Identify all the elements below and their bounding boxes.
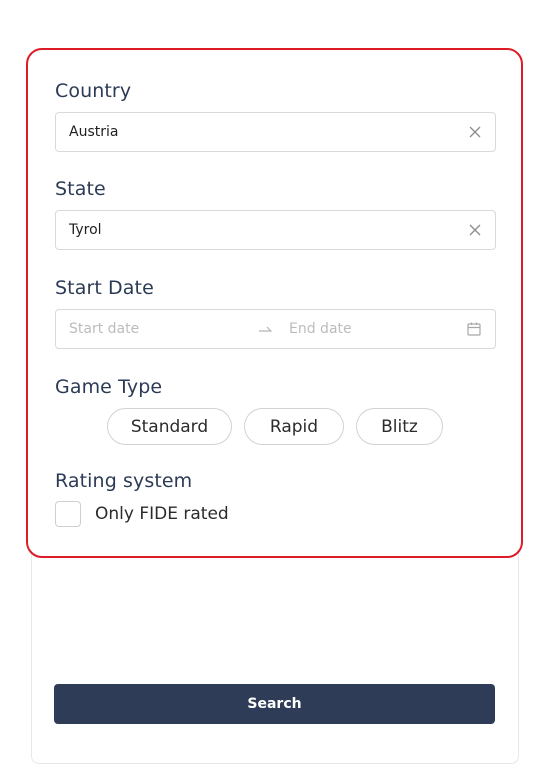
- game-type-standard-button[interactable]: Standard: [107, 408, 232, 445]
- filter-section: Country Austria State Tyrol Start Date S…: [26, 48, 523, 558]
- state-select[interactable]: Tyrol: [55, 210, 496, 250]
- rating-system-label: Rating system: [55, 470, 193, 492]
- state-label: State: [55, 178, 106, 200]
- calendar-icon[interactable]: [466, 321, 482, 337]
- date-range-picker[interactable]: Start date End date: [55, 309, 496, 349]
- fide-rated-label: Only FIDE rated: [95, 504, 229, 524]
- search-page: Country Austria State Tyrol Start Date S…: [0, 0, 550, 776]
- country-value: Austria: [69, 124, 119, 140]
- game-type-options: Standard Rapid Blitz: [107, 408, 443, 445]
- game-type-label: Game Type: [55, 376, 163, 398]
- game-type-rapid-button[interactable]: Rapid: [244, 408, 344, 445]
- country-select[interactable]: Austria: [55, 112, 496, 152]
- country-label: Country: [55, 80, 132, 102]
- search-button[interactable]: Search: [54, 684, 495, 724]
- fide-rated-checkbox[interactable]: [55, 501, 81, 527]
- fide-rated-option[interactable]: Only FIDE rated: [55, 501, 229, 527]
- game-type-blitz-button[interactable]: Blitz: [356, 408, 443, 445]
- state-value: Tyrol: [69, 222, 102, 238]
- start-date-label: Start Date: [55, 277, 154, 299]
- close-icon[interactable]: [468, 223, 482, 237]
- arrow-right-icon: [257, 320, 277, 339]
- close-icon[interactable]: [468, 125, 482, 139]
- filter-panel: [31, 552, 519, 764]
- start-date-input[interactable]: Start date: [69, 321, 257, 337]
- end-date-input[interactable]: End date: [289, 321, 466, 337]
